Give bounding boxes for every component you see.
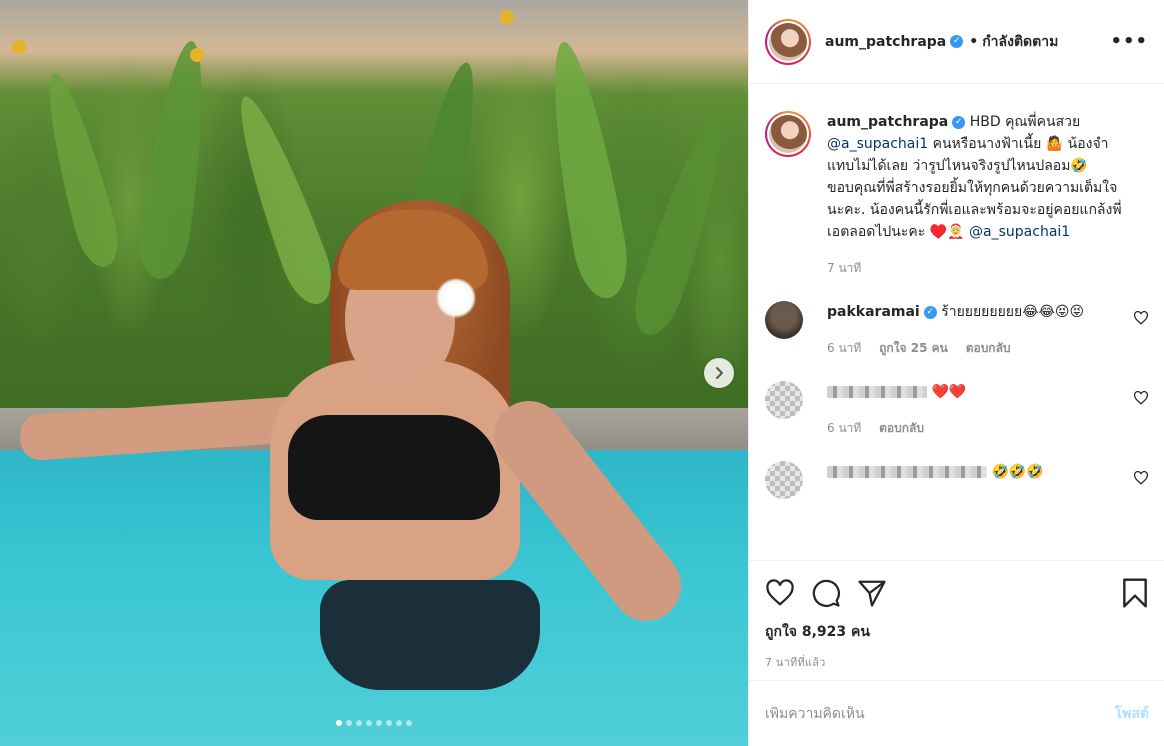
commenter-username[interactable]: pakkaramai bbox=[827, 304, 920, 320]
comment-text: 🤣🤣🤣 bbox=[991, 464, 1044, 480]
chevron-right-icon bbox=[716, 367, 723, 379]
more-options-icon[interactable]: ••• bbox=[1110, 31, 1148, 52]
caption-mention[interactable]: @a_supachai1 bbox=[969, 224, 1070, 240]
carousel-dot bbox=[406, 720, 412, 726]
caption-time[interactable]: 7 นาที bbox=[827, 261, 861, 275]
comment-like-heart-icon[interactable] bbox=[1133, 311, 1149, 325]
following-button[interactable]: กำลังติดตาม bbox=[982, 31, 1058, 53]
instagram-post: aum_patchrapa ✓ • กำลังติดตาม ••• aum_pa… bbox=[0, 0, 1164, 746]
caption-avatar[interactable] bbox=[765, 111, 811, 157]
comment-input[interactable] bbox=[765, 705, 1115, 722]
blurred-username bbox=[827, 386, 927, 398]
photo-swimsuit-bottom bbox=[320, 580, 540, 690]
carousel-dot bbox=[356, 720, 362, 726]
caption-meta: 7 นาที bbox=[827, 257, 1127, 279]
carousel-dots bbox=[0, 720, 748, 726]
carousel-dot bbox=[366, 720, 372, 726]
comment-item: pakkaramai ✓ ร้ายยยยยยยย😂😂😝😝 6 นาที ถูกใจ… bbox=[765, 301, 1149, 359]
author-username[interactable]: aum_patchrapa bbox=[825, 34, 946, 50]
share-paper-plane-icon[interactable] bbox=[857, 578, 887, 608]
verified-badge-icon: ✓ bbox=[952, 115, 966, 129]
caption-mention[interactable]: @a_supachai1 bbox=[827, 136, 928, 152]
verified-badge-icon: ✓ bbox=[923, 305, 937, 319]
author-avatar[interactable] bbox=[765, 18, 811, 65]
photo-flower bbox=[12, 40, 26, 54]
commenter-avatar[interactable] bbox=[765, 381, 803, 419]
blurred-username bbox=[827, 466, 987, 478]
comment-bubble-icon[interactable] bbox=[811, 578, 841, 608]
comments-list[interactable]: aum_patchrapa ✓ HBD คุณพี่คนสวย @a_supach… bbox=[749, 85, 1164, 560]
like-count[interactable]: ถูกใจ 8,923 คน bbox=[765, 621, 1149, 643]
comment-time[interactable]: 6 นาที bbox=[827, 341, 861, 355]
carousel-dot bbox=[346, 720, 352, 726]
save-bookmark-icon[interactable] bbox=[1121, 577, 1149, 609]
comment-text: ❤️❤️ bbox=[931, 384, 967, 400]
post-caption: aum_patchrapa ✓ HBD คุณพี่คนสวย @a_supach… bbox=[765, 111, 1149, 279]
comment-like-heart-icon[interactable] bbox=[1133, 391, 1149, 405]
comment-composer: โพสต์ bbox=[749, 680, 1164, 746]
posted-time[interactable]: 7 นาทีที่แล้ว bbox=[765, 653, 1149, 671]
comment-body: 🤣🤣🤣 bbox=[827, 461, 1107, 499]
verified-badge-icon: ✓ bbox=[950, 35, 964, 48]
comment-body: ❤️❤️ 6 นาที ตอบกลับ bbox=[827, 381, 1107, 439]
carousel-dot bbox=[386, 720, 392, 726]
carousel-dot bbox=[396, 720, 402, 726]
photo-flower bbox=[500, 10, 514, 24]
post-comment-button[interactable]: โพสต์ bbox=[1115, 703, 1149, 725]
header-separator: • bbox=[969, 33, 979, 50]
caption-text-a: HBD คุณพี่คนสวย bbox=[969, 114, 1081, 130]
commenter-avatar[interactable] bbox=[765, 461, 803, 499]
comment-item: ❤️❤️ 6 นาที ตอบกลับ bbox=[765, 381, 1149, 439]
carousel-next-button[interactable] bbox=[704, 358, 734, 388]
caption-avatar-image bbox=[769, 115, 807, 153]
caption-text: aum_patchrapa ✓ HBD คุณพี่คนสวย @a_supach… bbox=[827, 111, 1127, 279]
photo-hair-flower bbox=[436, 278, 476, 318]
photo-flower bbox=[190, 48, 204, 62]
comment-item: 🤣🤣🤣 bbox=[765, 461, 1149, 499]
reply-button[interactable]: ตอบกลับ bbox=[879, 421, 924, 435]
post-actions: ถูกใจ 8,923 คน 7 นาทีที่แล้ว bbox=[749, 560, 1164, 671]
post-header: aum_patchrapa ✓ • กำลังติดตาม ••• bbox=[749, 0, 1164, 84]
post-photo[interactable] bbox=[0, 0, 748, 746]
comment-meta: 6 นาที ตอบกลับ bbox=[827, 417, 1107, 439]
comment-like-heart-icon[interactable] bbox=[1133, 471, 1149, 485]
comment-time[interactable]: 6 นาที bbox=[827, 421, 861, 435]
commenter-avatar[interactable] bbox=[765, 301, 803, 339]
comment-likes[interactable]: ถูกใจ 25 คน bbox=[879, 341, 948, 355]
carousel-dot bbox=[336, 720, 342, 726]
reply-button[interactable]: ตอบกลับ bbox=[966, 341, 1011, 355]
comment-meta: 6 นาที ถูกใจ 25 คน ตอบกลับ bbox=[827, 337, 1107, 359]
like-heart-icon[interactable] bbox=[765, 579, 795, 607]
author-avatar-image bbox=[769, 22, 807, 61]
comment-text: ร้ายยยยยยยย😂😂😝😝 bbox=[941, 304, 1085, 320]
caption-username[interactable]: aum_patchrapa bbox=[827, 114, 948, 130]
photo-swimsuit-top bbox=[288, 415, 500, 520]
carousel-dot bbox=[376, 720, 382, 726]
post-side-panel: aum_patchrapa ✓ • กำลังติดตาม ••• aum_pa… bbox=[748, 0, 1164, 746]
action-icons bbox=[765, 575, 1149, 611]
comment-body: pakkaramai ✓ ร้ายยยยยยยย😂😂😝😝 6 นาที ถูกใจ… bbox=[827, 301, 1107, 359]
